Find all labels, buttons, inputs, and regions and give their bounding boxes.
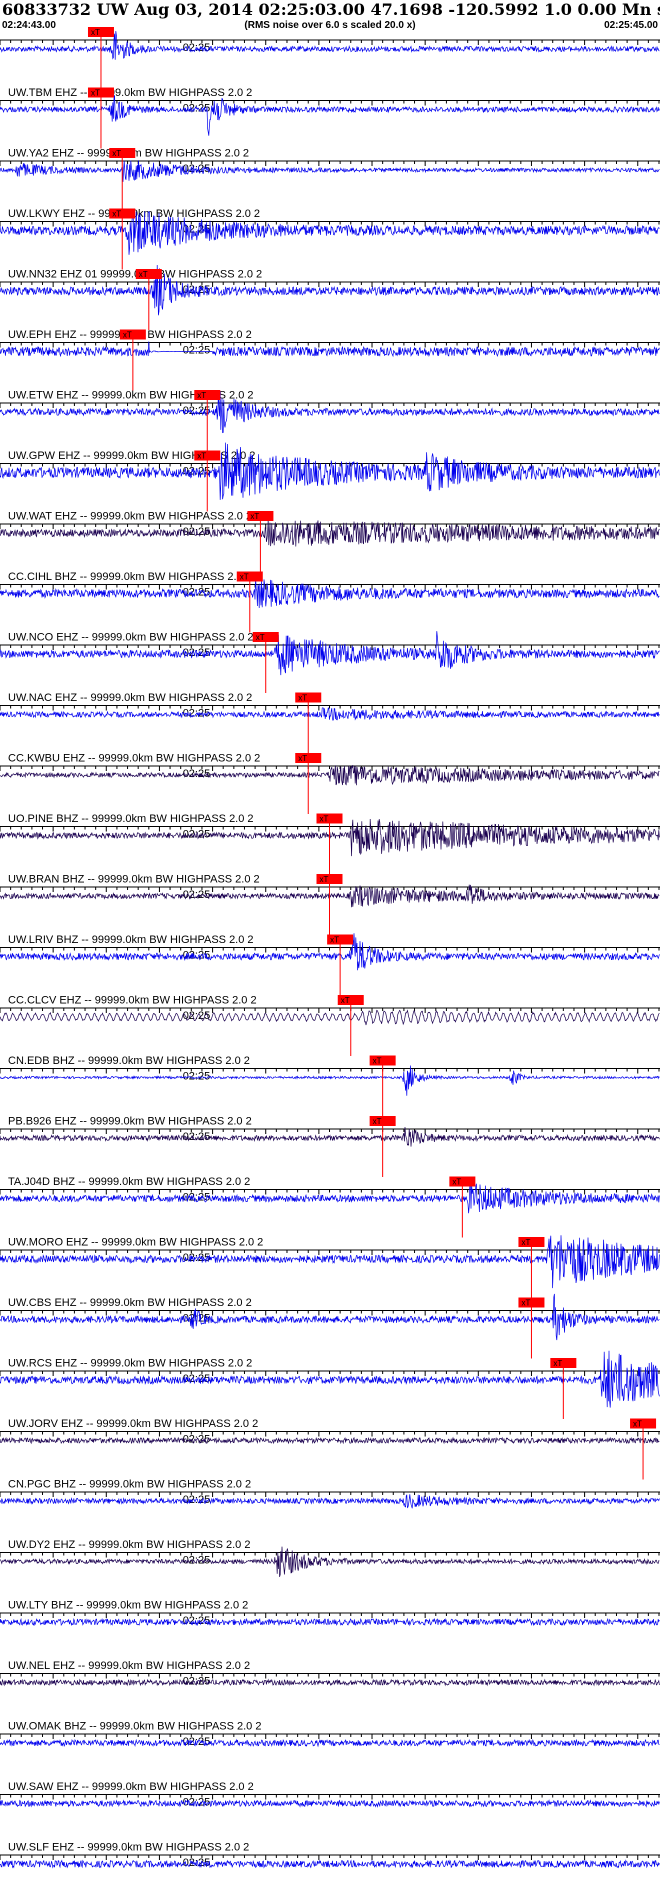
- pick-label: xT: [373, 1117, 382, 1126]
- time-mark-label: 02:25: [183, 1615, 211, 1627]
- channel-label: UW.NAC EHZ -- 99999.0km BW HIGHPASS 2.0 …: [8, 692, 252, 704]
- channel-label: CN.EDB BHZ -- 99999.0km BW HIGHPASS 2.0 …: [8, 1055, 250, 1067]
- pick-label: xT: [452, 1178, 461, 1187]
- rms-note: (RMS noise over 6.0 s scaled 20.0 x): [244, 20, 415, 31]
- channel-label: UW.SLF EHZ -- 99999.0km BW HIGHPASS 2.0 …: [8, 1842, 249, 1854]
- pick-label: xT: [123, 331, 132, 340]
- pick-label: xT: [197, 452, 206, 461]
- pick-label: xT: [633, 1420, 642, 1429]
- time-mark-label: 02:25: [183, 1071, 211, 1083]
- pick-label: xT: [553, 1359, 562, 1368]
- seismogram-trace: [0, 1494, 660, 1509]
- pick-label: xT: [330, 936, 339, 945]
- channel-label: UW.MORO EHZ -- 99999.0km BW HIGHPASS 2.0…: [8, 1237, 263, 1249]
- pick-label: xT: [256, 633, 265, 642]
- channel-label: UW.JORV EHZ -- 99999.0km BW HIGHPASS 2.0…: [8, 1418, 258, 1430]
- start-time: 02:24:43.00: [2, 20, 56, 31]
- channel-label: UW.NEL EHZ -- 99999.0km BW HIGHPASS 2.0 …: [8, 1660, 250, 1672]
- pick-label: xT: [298, 754, 307, 763]
- pick-label: xT: [521, 1299, 530, 1308]
- channel-label: UW.DY2 EHZ -- 99999.0km BW HIGHPASS 2.0 …: [8, 1539, 250, 1551]
- seismogram-trace: [0, 518, 660, 547]
- pick-label: xT: [341, 996, 350, 1005]
- time-mark-label: 02:25: [183, 1434, 211, 1446]
- pick-label: xT: [298, 694, 307, 703]
- seismogram-trace: [0, 1738, 660, 1748]
- channel-label: UW.LRIV BHZ -- 99999.0km BW HIGHPASS 2.0…: [8, 934, 254, 946]
- pick-label: xT: [240, 573, 249, 582]
- channel-label: UW.NN32 EHZ 01 99999.0km BW HIGHPASS 2.0…: [8, 269, 262, 281]
- pick-label: xT: [139, 270, 148, 279]
- channel-label: UW.WAT EHZ -- 99999.0km BW HIGHPASS 2.0 …: [8, 511, 252, 523]
- seismogram-trace: [0, 1009, 660, 1026]
- pick-label: xT: [521, 1238, 530, 1247]
- channel-label: TA.J04D BHZ -- 99999.0km BW HIGHPASS 2.0…: [8, 1176, 250, 1188]
- channel-label: PB.B926 EHZ -- 99999.0km BW HIGHPASS 2.0…: [8, 1116, 252, 1128]
- channel-label: UW.TBM EHZ -- 99999.0km BW HIGHPASS 2.0 …: [8, 87, 252, 99]
- seismogram-trace: [0, 707, 660, 722]
- channel-label: UW.CBS EHZ -- 99999.0km BW HIGHPASS 2.0 …: [8, 1297, 252, 1309]
- trace-group: 02:25 UW.TBM EHZ -- 99999.0km BW HIGHPASS…: [0, 27, 660, 1869]
- pick-label: xT: [112, 210, 121, 219]
- channel-label: UW.OMAK BHZ -- 99999.0km BW HIGHPASS 2.0…: [8, 1721, 261, 1733]
- pick-label: xT: [373, 1057, 382, 1066]
- pick-label: xT: [112, 149, 121, 158]
- pick-label: xT: [91, 89, 100, 98]
- seismogram-trace: [0, 1617, 660, 1627]
- channel-label: CN.PGC BHZ -- 99999.0km BW HIGHPASS 2.0 …: [8, 1479, 251, 1491]
- end-time: 02:25:45.00: [604, 20, 658, 31]
- seismogram-trace: [0, 1859, 660, 1869]
- seismogram-trace: [0, 1546, 660, 1577]
- pick-label: xT: [320, 875, 329, 884]
- seismogram-trace: [0, 1799, 660, 1808]
- seismogram-trace: [0, 1678, 660, 1687]
- channel-label: CC.KWBU EHZ -- 99999.0km BW HIGHPASS 2.0…: [8, 753, 260, 765]
- seismogram-trace: [0, 1436, 660, 1445]
- pick-label: xT: [250, 512, 259, 521]
- channel-label: UO.PINE BHZ -- 99999.0km BW HIGHPASS 2.0…: [8, 813, 254, 825]
- pick-label: xT: [320, 815, 329, 824]
- channel-label: UW.LTY BHZ -- 99999.0km BW HIGHPASS 2.0 …: [8, 1600, 248, 1612]
- channel-label: UW.RCS EHZ -- 99999.0km BW HIGHPASS 2.0 …: [8, 1358, 252, 1370]
- pick-label: xT: [197, 391, 206, 400]
- channel-label: CC.CLCV EHZ -- 99999.0km BW HIGHPASS 2.0…: [8, 995, 257, 1007]
- channel-label: CC.CIHL BHZ -- 99999.0km BW HIGHPASS 2.0…: [8, 571, 252, 583]
- channel-label: UW.BRAN BHZ -- 99999.0km BW HIGHPASS 2.0…: [8, 874, 260, 886]
- channel-label: UW.NCO EHZ -- 99999.0km BW HIGHPASS 2.0 …: [8, 632, 254, 644]
- time-mark-label: 02:25: [183, 345, 211, 357]
- page-title: 60833732 UW Aug 03, 2014 02:25:03.00 47.…: [2, 0, 660, 19]
- channel-label: UW.SAW EHZ -- 99999.0km BW HIGHPASS 2.0 …: [8, 1781, 254, 1793]
- pick-label: xT: [91, 28, 100, 37]
- seismogram-plot: 60833732 UW Aug 03, 2014 02:25:03.00 47.…: [0, 0, 660, 1869]
